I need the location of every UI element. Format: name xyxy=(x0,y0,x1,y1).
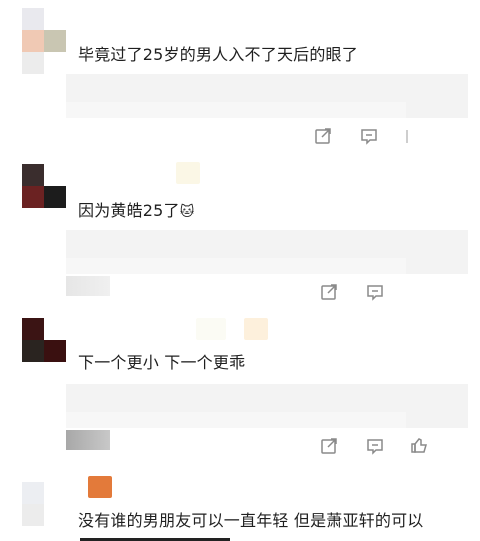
like-icon[interactable] xyxy=(410,436,428,454)
comment-text: 下一个更小 下一个更乖 xyxy=(78,353,246,372)
comment-actions xyxy=(0,436,480,456)
share-icon[interactable] xyxy=(314,127,332,145)
comment-item: 没有谁的男朋友可以一直年轻 但是萧亚轩的可以 xyxy=(0,470,480,541)
username-blur xyxy=(176,162,200,184)
avatar-lower-blur xyxy=(22,52,66,74)
share-icon[interactable] xyxy=(320,437,338,455)
username-blur xyxy=(196,318,226,340)
avatar[interactable] xyxy=(22,318,66,362)
comment-icon[interactable] xyxy=(366,437,384,455)
avatar[interactable] xyxy=(22,482,66,526)
reply-preview[interactable] xyxy=(66,384,468,428)
username-blur xyxy=(88,476,112,498)
username-blur xyxy=(244,318,268,340)
comment-text: 没有谁的男朋友可以一直年轻 但是萧亚轩的可以 xyxy=(78,511,424,530)
comment-text-content: 因为黄皓25了 xyxy=(78,201,180,220)
cat-emoji-icon: 🐱 xyxy=(179,204,195,220)
like-icon[interactable] xyxy=(398,127,416,145)
comment-item: 下一个更小 下一个更乖 xyxy=(0,310,480,470)
comment-actions xyxy=(0,126,480,146)
avatar[interactable] xyxy=(22,164,66,208)
comment-item: 因为黄皓25了🐱 xyxy=(0,156,480,306)
comment-text: 毕竟过了25岁的男人入不了天后的眼了 xyxy=(78,45,358,64)
avatar[interactable] xyxy=(22,8,66,52)
reply-preview[interactable] xyxy=(66,74,468,118)
comment-text: 因为黄皓25了🐱 xyxy=(78,200,195,223)
comment-item: 毕竟过了25岁的男人入不了天后的眼了 xyxy=(0,0,480,160)
comment-actions xyxy=(0,282,480,302)
share-icon[interactable] xyxy=(320,283,338,301)
comment-icon[interactable] xyxy=(360,127,378,145)
reply-preview[interactable] xyxy=(66,230,468,274)
comment-icon[interactable] xyxy=(366,283,384,301)
